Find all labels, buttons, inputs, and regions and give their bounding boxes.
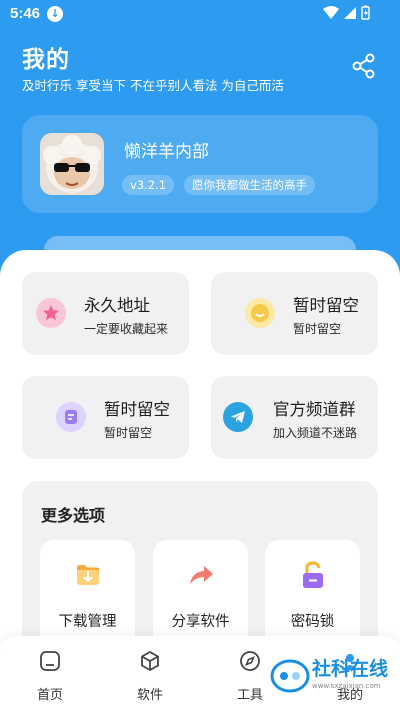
option-label: 密码锁	[290, 614, 335, 630]
battery-icon	[361, 5, 370, 20]
motto-badge: 愿你我都做生活的高手	[184, 175, 315, 195]
nav-label: 软件	[136, 688, 163, 703]
tile-subtitle: 一定要收藏起来	[84, 322, 169, 336]
tile-placeholder-1[interactable]: 暂时留空 暂时留空	[211, 272, 378, 355]
more-options-title: 更多选项	[41, 506, 106, 525]
nav-label: 首页	[36, 688, 63, 703]
version-badge: v3.2.1	[122, 175, 175, 195]
status-icons	[323, 5, 370, 20]
avatar[interactable]	[40, 133, 104, 195]
unlock-icon	[298, 560, 328, 590]
smile-icon	[245, 298, 275, 328]
sheep-avatar-icon	[40, 133, 104, 195]
share-app-button[interactable]: 分享软件	[153, 540, 248, 650]
tile-title: 永久地址	[84, 296, 150, 315]
tile-title: 暂时留空	[293, 296, 359, 315]
tile-subtitle: 加入频道不迷路	[273, 426, 358, 440]
signal-icon	[344, 6, 356, 19]
tile-subtitle: 暂时留空	[293, 322, 342, 336]
share-icon	[352, 53, 375, 79]
tile-official-channel[interactable]: 官方频道群 加入频道不迷路	[211, 376, 378, 459]
chat-bubble-logo-icon	[270, 659, 310, 693]
star-icon	[36, 298, 66, 328]
tile-title: 暂时留空	[104, 400, 170, 419]
watermark: 社科在线 www.sxzaixian.com	[268, 650, 398, 700]
share-arrow-icon	[186, 560, 216, 590]
tile-title: 官方频道群	[273, 400, 356, 419]
tile-permanent-address[interactable]: 永久地址 一定要收藏起来	[22, 272, 189, 355]
page-subtitle: 及时行乐 享受当下 不在乎别人看法 为自己而活	[22, 78, 284, 93]
page-title: 我的	[22, 47, 70, 73]
cube-icon	[141, 650, 159, 672]
download-folder-icon	[73, 560, 103, 590]
download-notification-icon: ↓	[47, 6, 63, 22]
note-icon	[56, 402, 86, 432]
profile-name: 懒洋羊内部	[124, 142, 209, 162]
status-time: 5:46	[10, 5, 41, 22]
option-label: 下载管理	[58, 614, 117, 630]
download-manager-button[interactable]: 下载管理	[40, 540, 135, 650]
wifi-icon	[323, 5, 339, 19]
tile-placeholder-2[interactable]: 暂时留空 暂时留空	[22, 376, 189, 459]
password-lock-button[interactable]: 密码锁	[265, 540, 360, 650]
share-button[interactable]	[350, 52, 378, 80]
watermark-url: www.sxzaixian.com	[312, 682, 381, 690]
tile-subtitle: 暂时留空	[104, 426, 153, 440]
telegram-icon	[223, 402, 253, 432]
profile-card[interactable]: 懒洋羊内部 v3.2.1 愿你我都做生活的高手	[22, 115, 378, 213]
status-bar: 5:46 ↓	[0, 0, 400, 28]
nav-software[interactable]: 软件	[120, 650, 180, 706]
compass-icon	[240, 651, 260, 671]
home-icon	[40, 651, 60, 671]
nav-home[interactable]: 首页	[20, 650, 80, 706]
more-options-panel: 更多选项 下载管理 分享软件 密码锁	[22, 481, 378, 651]
option-label: 分享软件	[171, 614, 230, 630]
watermark-text: 社科在线	[312, 658, 389, 680]
